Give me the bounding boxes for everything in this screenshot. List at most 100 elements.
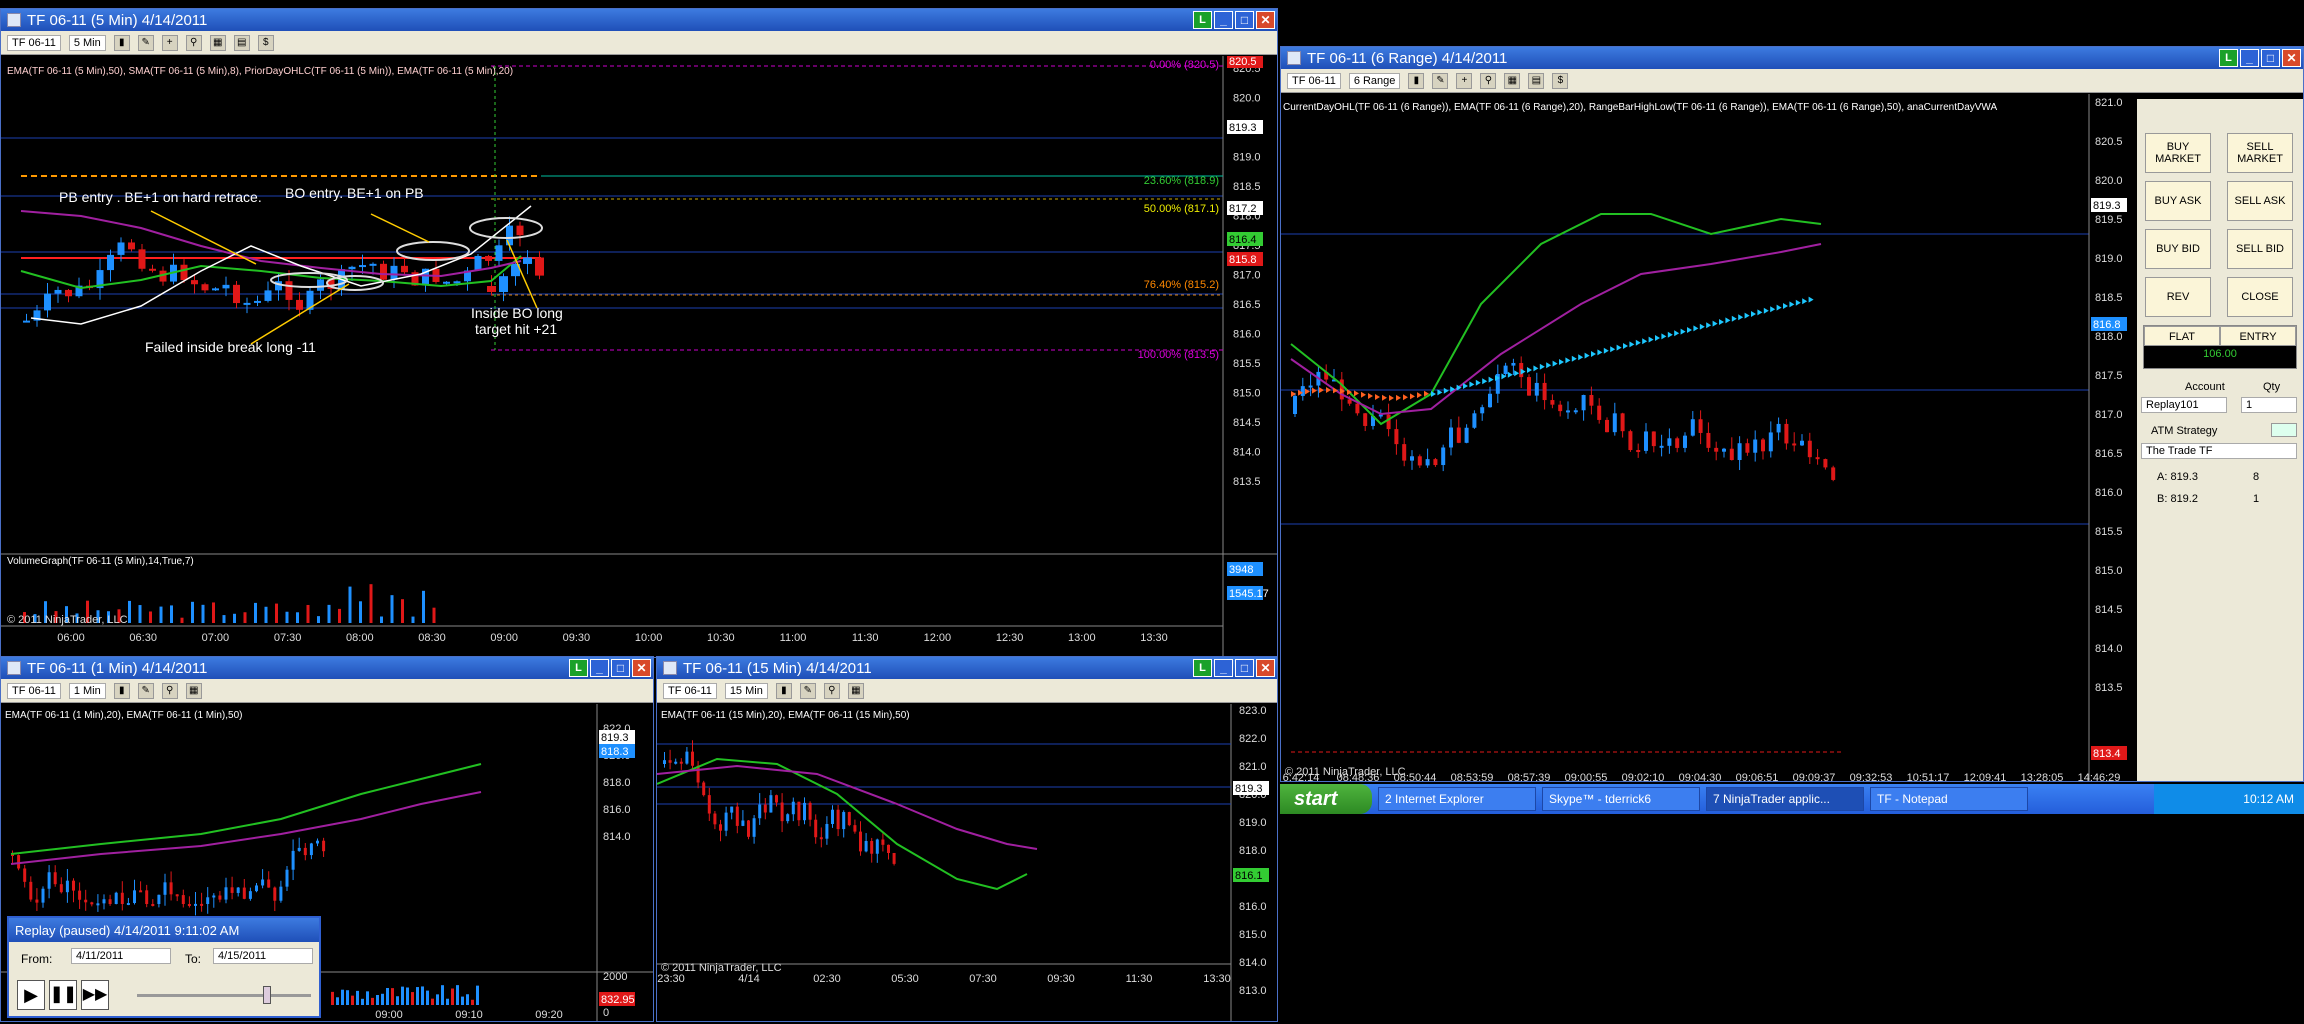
chart-area[interactable]: 823.0822.0821.0820.0819.0818.0817.0816.0… — [657, 704, 1277, 1021]
minimize-button[interactable]: _ — [590, 659, 609, 677]
candle-body — [808, 802, 812, 820]
interval-select[interactable]: 15 Min — [724, 682, 768, 699]
pencil-icon[interactable]: ✎ — [799, 682, 816, 699]
live-indicator-icon[interactable]: L — [1193, 659, 1212, 677]
strategy-icon[interactable]: $ — [257, 34, 274, 51]
maximize-button[interactable]: □ — [1235, 659, 1254, 677]
instrument-select[interactable]: TF 06-11 — [663, 682, 717, 699]
crosshair-icon[interactable]: + — [161, 34, 178, 51]
window-titlebar[interactable]: TF 06-11 (6 Range) 4/14/2011 L _ □ ✕ — [1281, 47, 2303, 69]
app-icon — [7, 661, 21, 675]
taskbar-item-notepad[interactable]: TF - Notepad — [1870, 787, 2028, 811]
indicators-icon[interactable]: ▤ — [1528, 72, 1545, 89]
pause-button[interactable]: ❚❚ — [49, 980, 77, 1010]
properties-icon[interactable]: ▦ — [209, 34, 226, 51]
properties-icon[interactable]: ▦ — [1504, 72, 1521, 89]
reverse-button[interactable]: REV — [2145, 277, 2211, 317]
bar-type-icon[interactable]: ▮ — [113, 682, 130, 699]
taskbar-item-ninjatrader[interactable]: 7 NinjaTrader applic... — [1706, 787, 1864, 811]
start-button[interactable]: start — [1280, 784, 1372, 814]
replay-title[interactable]: Replay (paused) 4/14/2011 9:11:02 AM — [9, 918, 319, 942]
chart-area[interactable]: 821.0 820.5 820.0 819.5 819.0 818.5 818.0 817.5… — [1281, 94, 2153, 781]
account-select[interactable]: Replay101 — [2141, 397, 2227, 413]
properties-icon[interactable]: ▦ — [847, 682, 864, 699]
volume-bar — [396, 996, 399, 1005]
atm-settings-icon[interactable] — [2271, 423, 2297, 437]
candle-body — [758, 804, 762, 819]
candle-body — [65, 880, 69, 893]
candle-body — [763, 804, 767, 813]
minimize-button[interactable]: _ — [1214, 11, 1233, 29]
candle-body — [139, 890, 143, 893]
pencil-icon[interactable]: ✎ — [137, 682, 154, 699]
candle-body — [107, 254, 114, 271]
window-titlebar[interactable]: TF 06-11 (1 Min) 4/14/2011 L _ □ ✕ — [1, 657, 653, 679]
taskbar-item-ie[interactable]: 2 Internet Explorer — [1378, 787, 1536, 811]
maximize-button[interactable]: □ — [1235, 11, 1254, 29]
strategy-icon[interactable]: $ — [1552, 72, 1569, 89]
sell-ask-button[interactable]: SELL ASK — [2227, 181, 2293, 221]
close-button[interactable]: ✕ — [2282, 49, 2301, 67]
vwap-marker — [1361, 391, 1366, 398]
candle-body — [35, 899, 39, 903]
instrument-select[interactable]: TF 06-11 — [1287, 72, 1341, 89]
crosshair-icon[interactable]: + — [1456, 72, 1473, 89]
zoom-icon[interactable]: ⚲ — [1480, 72, 1497, 89]
vwap-marker — [1368, 393, 1373, 400]
interval-select[interactable]: 5 Min — [68, 34, 106, 51]
to-date-picker[interactable]: 4/15/2011 — [213, 948, 313, 964]
atm-strategy-select[interactable]: The Trade TF — [2141, 443, 2297, 459]
properties-icon[interactable]: ▦ — [185, 682, 202, 699]
live-indicator-icon[interactable]: L — [2219, 49, 2238, 67]
buy-market-button[interactable]: BUY MARKET — [2145, 133, 2211, 173]
window-titlebar[interactable]: TF 06-11 (15 Min) 4/14/2011 L _ □ ✕ — [657, 657, 1277, 679]
live-indicator-icon[interactable]: L — [1193, 11, 1212, 29]
indicator-label: CurrentDayOHL(TF 06-11 (6 Range)), EMA(T… — [1283, 102, 1998, 113]
close-button[interactable]: ✕ — [1256, 11, 1275, 29]
buy-ask-button[interactable]: BUY ASK — [2145, 181, 2211, 221]
vwap-marker — [1776, 304, 1782, 311]
chart-area[interactable]: 0.00% (820.5) 23.60% (818.9) 50.00% (817.1… — [1, 54, 1277, 657]
sell-bid-button[interactable]: SELL BID — [2227, 229, 2293, 269]
zoom-icon[interactable]: ⚲ — [823, 682, 840, 699]
pencil-icon[interactable]: ✎ — [1432, 72, 1449, 89]
bar-type-icon[interactable]: ▮ — [1408, 72, 1425, 89]
window-title: TF 06-11 (15 Min) 4/14/2011 — [683, 659, 872, 677]
instrument-select[interactable]: TF 06-11 — [7, 34, 61, 51]
candle-body — [254, 300, 261, 303]
interval-select[interactable]: 6 Range — [1348, 72, 1401, 89]
candle-body — [224, 887, 228, 900]
time-tick-label: 09:32:53 — [1850, 772, 1893, 781]
play-button[interactable]: ▶ — [17, 980, 45, 1010]
interval-select[interactable]: 1 Min — [68, 682, 106, 699]
candle-body — [206, 897, 210, 904]
indicator-label: EMA(TF 06-11 (15 Min),20), EMA(TF 06-11 … — [661, 710, 910, 721]
quantity-stepper[interactable]: 1 — [2241, 397, 2297, 413]
live-indicator-icon[interactable]: L — [569, 659, 588, 677]
speed-slider[interactable] — [137, 994, 311, 997]
maximize-button[interactable]: □ — [2261, 49, 2280, 67]
indicators-icon[interactable]: ▤ — [233, 34, 250, 51]
buy-bid-button[interactable]: BUY BID — [2145, 229, 2211, 269]
fast-forward-button[interactable]: ▶▶ — [81, 980, 109, 1010]
zoom-icon[interactable]: ⚲ — [185, 34, 202, 51]
close-button[interactable]: ✕ — [1256, 659, 1275, 677]
pencil-icon[interactable]: ✎ — [137, 34, 154, 51]
candle-body — [242, 887, 246, 899]
instrument-select[interactable]: TF 06-11 — [7, 682, 61, 699]
sell-market-button[interactable]: SELL MARKET — [2227, 133, 2293, 173]
minimize-button[interactable]: _ — [1214, 659, 1233, 677]
taskbar-item-skype[interactable]: Skype™ - tderrick6 — [1542, 787, 1700, 811]
close-button[interactable]: ✕ — [632, 659, 651, 677]
bar-type-icon[interactable]: ▮ — [113, 34, 130, 51]
bar-type-icon[interactable]: ▮ — [775, 682, 792, 699]
close-position-button[interactable]: CLOSE — [2227, 277, 2293, 317]
minimize-button[interactable]: _ — [2240, 49, 2259, 67]
zoom-icon[interactable]: ⚲ — [161, 682, 178, 699]
volume-bar — [366, 991, 369, 1005]
speed-slider-thumb[interactable] — [263, 986, 271, 1004]
candle-body — [317, 279, 324, 291]
window-titlebar[interactable]: TF 06-11 (5 Min) 4/14/2011 L _ □ ✕ — [1, 9, 1277, 31]
from-date-picker[interactable]: 4/11/2011 — [71, 948, 171, 964]
maximize-button[interactable]: □ — [611, 659, 630, 677]
